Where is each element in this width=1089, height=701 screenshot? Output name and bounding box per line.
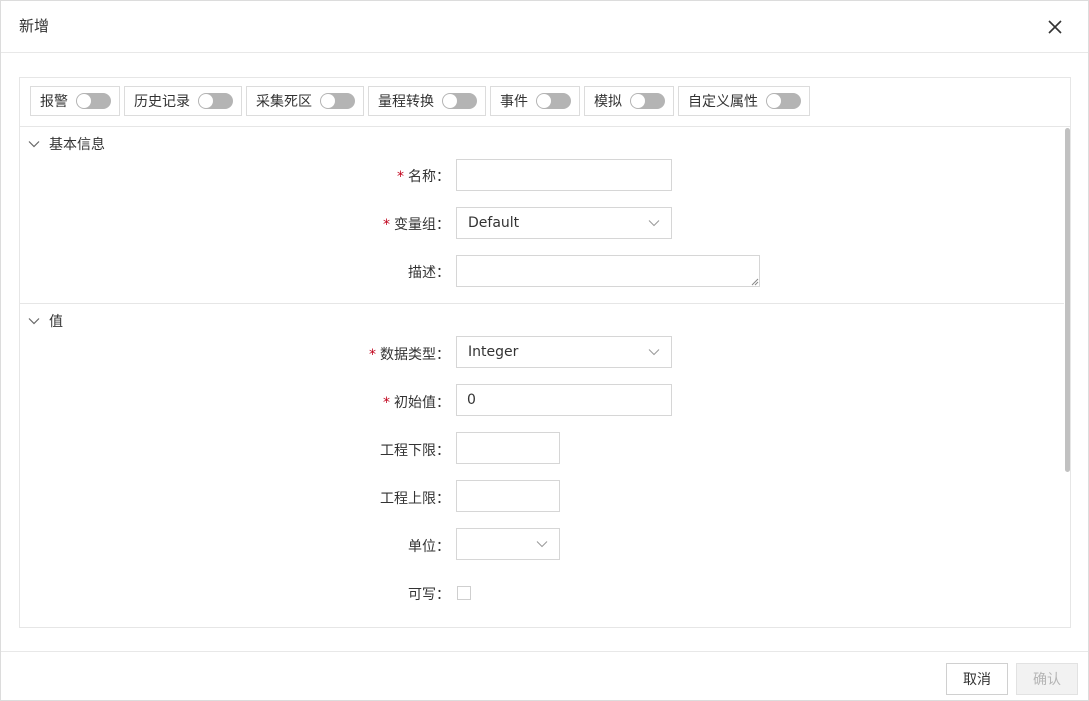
section-basic-info-header[interactable]: 基本信息 xyxy=(28,134,105,154)
unit-label: 单位： xyxy=(408,539,450,555)
range-conversion-switch[interactable] xyxy=(442,93,477,109)
required-mark: * xyxy=(383,217,390,233)
writable-checkbox[interactable] xyxy=(457,586,471,600)
eng-high-label: 工程上限： xyxy=(380,491,450,507)
group-label: * 变量组： xyxy=(383,217,450,233)
toggle-label: 事件 xyxy=(500,94,528,110)
toggle-deadband: 采集死区 xyxy=(246,86,364,116)
toggle-label: 量程转换 xyxy=(378,94,434,110)
resize-grip-icon[interactable] xyxy=(751,278,759,286)
dialog-footer: 取消 确认 xyxy=(1,651,1088,701)
datatype-label: * 数据类型： xyxy=(369,347,450,363)
eng-high-input[interactable] xyxy=(456,480,560,512)
section-divider xyxy=(20,303,1064,304)
toggle-label: 历史记录 xyxy=(134,94,190,110)
cancel-button[interactable]: 取消 xyxy=(946,663,1008,695)
eng-low-input[interactable] xyxy=(456,432,560,464)
chevron-down-icon xyxy=(648,220,660,227)
select-value: Integer xyxy=(468,344,519,360)
chevron-down-icon xyxy=(28,318,40,325)
eng-low-label: 工程下限： xyxy=(380,443,450,459)
toggle-label: 模拟 xyxy=(594,94,622,110)
chevron-down-icon xyxy=(28,141,40,148)
required-mark: * xyxy=(383,395,390,411)
confirm-button[interactable]: 确认 xyxy=(1016,663,1078,695)
name-label: * 名称： xyxy=(397,169,450,185)
initial-value-input[interactable] xyxy=(456,384,672,416)
form-panel: 报警 历史记录 采集死区 量程转换 事件 模拟 自定义属性 基本信息 * 名称：… xyxy=(19,77,1071,628)
feature-toggle-bar: 报警 历史记录 采集死区 量程转换 事件 模拟 自定义属性 xyxy=(20,78,1070,127)
select-value: Default xyxy=(468,215,520,231)
dialog-header: 新增 xyxy=(1,1,1088,53)
toggle-event: 事件 xyxy=(490,86,580,116)
simulation-switch[interactable] xyxy=(630,93,665,109)
required-mark: * xyxy=(397,169,404,185)
add-variable-dialog: 新增 报警 历史记录 采集死区 量程转换 事件 模拟 自定义属性 基本信息 * … xyxy=(0,0,1089,701)
toggle-simulation: 模拟 xyxy=(584,86,674,116)
initial-value-label: * 初始值： xyxy=(383,395,450,411)
section-title: 基本信息 xyxy=(49,137,105,153)
section-title: 值 xyxy=(49,314,63,330)
writable-label: 可写： xyxy=(408,587,450,603)
toggle-history: 历史记录 xyxy=(124,86,242,116)
chevron-down-icon xyxy=(648,349,660,356)
dialog-title: 新增 xyxy=(19,17,50,35)
vertical-scrollbar[interactable] xyxy=(1065,128,1070,472)
custom-attributes-switch[interactable] xyxy=(766,93,801,109)
event-switch[interactable] xyxy=(536,93,571,109)
form-scroll-area[interactable]: 基本信息 * 名称： * 变量组： Default 描述： 值 * 数据类型： … xyxy=(20,127,1070,627)
section-value-header[interactable]: 值 xyxy=(28,311,63,331)
toggle-alarm: 报警 xyxy=(30,86,120,116)
toggle-custom-attributes: 自定义属性 xyxy=(678,86,810,116)
toggle-range-conversion: 量程转换 xyxy=(368,86,486,116)
toggle-label: 采集死区 xyxy=(256,94,312,110)
unit-select[interactable] xyxy=(456,528,560,560)
toggle-label: 报警 xyxy=(40,94,68,110)
alarm-switch[interactable] xyxy=(76,93,111,109)
name-input[interactable] xyxy=(456,159,672,191)
toggle-label: 自定义属性 xyxy=(688,94,758,110)
required-mark: * xyxy=(369,347,376,363)
description-wrapper xyxy=(456,255,760,287)
deadband-switch[interactable] xyxy=(320,93,355,109)
description-label: 描述： xyxy=(408,265,450,281)
chevron-down-icon xyxy=(536,541,548,548)
variable-group-select[interactable]: Default xyxy=(456,207,672,239)
datatype-select[interactable]: Integer xyxy=(456,336,672,368)
history-switch[interactable] xyxy=(198,93,233,109)
description-textarea[interactable] xyxy=(456,255,760,287)
close-icon[interactable] xyxy=(1044,16,1066,38)
